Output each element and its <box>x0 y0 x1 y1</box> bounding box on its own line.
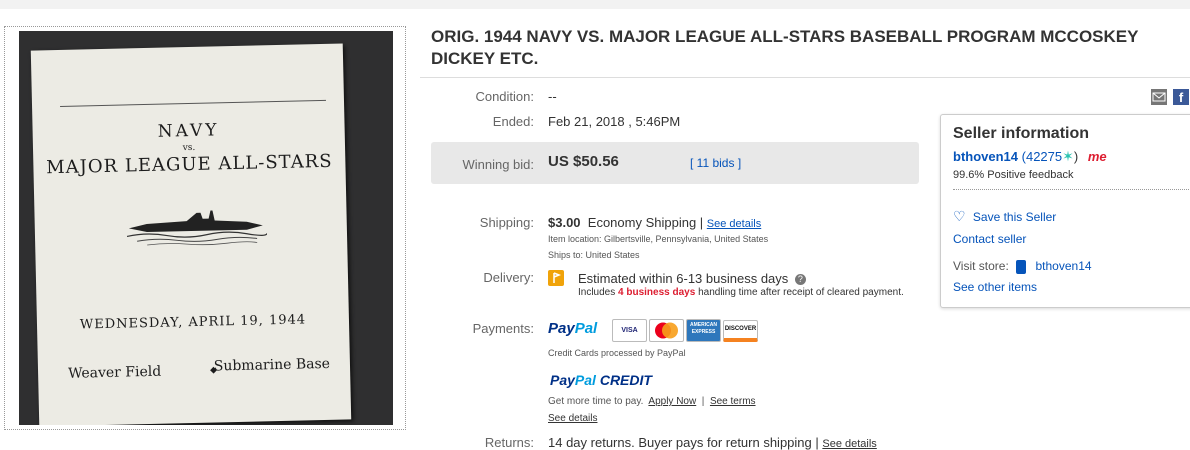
ended-value: Feb 21, 2018 , 5:46PM <box>548 114 681 129</box>
returns-label: Returns: <box>484 435 534 450</box>
seller-info-header: Seller information <box>953 125 1090 142</box>
visit-store-label: Visit store: <box>953 259 1009 273</box>
feedback-close: ) <box>1073 149 1079 164</box>
card-logos: VISA AMERICAN EXPRESSDISCOVER <box>612 319 760 342</box>
discover-logo: DISCOVER <box>723 319 758 342</box>
credit-see-details-link[interactable]: See details <box>548 413 597 424</box>
seller-divider <box>953 189 1190 190</box>
item-image-frame[interactable]: NAVY vs. MAJOR LEAGUE ALL-STARS WEDNESDA… <box>4 26 406 430</box>
visit-store-line: Visit store: bthoven14 <box>953 259 1092 274</box>
store-icon[interactable] <box>1016 259 1027 274</box>
save-seller-link[interactable]: ♡ Save this Seller <box>953 208 1056 225</box>
positive-feedback: 99.6% Positive feedback <box>953 169 1074 181</box>
submarine-illustration <box>126 210 268 246</box>
mastercard-logo <box>649 319 684 342</box>
heart-icon: ♡ <box>953 208 966 224</box>
apply-now-link[interactable]: Apply Now <box>648 396 696 407</box>
seller-name-link[interactable]: bthoven14 <box>953 149 1018 164</box>
program-weaver-field: Weaver Field <box>67 363 162 382</box>
bid-count-link[interactable]: [ 11 bids ] <box>690 156 741 170</box>
delivery-label: Delivery: <box>483 270 534 285</box>
returns-line: 14 day returns. Buyer pays for return sh… <box>548 435 877 450</box>
handling-note-post: handling time after receipt of cleared p… <box>695 287 904 298</box>
shipping-price: $3.00 <box>548 215 581 230</box>
shipping-see-details-link[interactable]: See details <box>707 218 761 230</box>
me-badge-icon[interactable]: me <box>1088 149 1107 164</box>
winning-bid-label: Winning bid: <box>462 157 534 172</box>
title-divider <box>420 77 1190 78</box>
delivery-estimate-line: Estimated within 6-13 business days ? <box>578 271 806 286</box>
credit-cards-note: Credit Cards processed by PayPal <box>548 348 686 358</box>
shipping-method: Economy Shipping | <box>587 215 704 230</box>
handling-note: Includes 4 business days handling time a… <box>578 287 908 299</box>
feedback-count[interactable]: (42275 <box>1022 149 1062 164</box>
program-submarine-base: Submarine Base <box>213 355 331 375</box>
winning-bid-price: US $50.56 <box>548 153 619 170</box>
contact-seller-link[interactable]: Contact seller <box>953 232 1026 246</box>
help-icon[interactable]: ? <box>794 274 806 286</box>
save-seller-text[interactable]: Save this Seller <box>973 210 1056 224</box>
condition-value: -- <box>548 89 557 104</box>
bid-count-text[interactable]: 11 bids <box>697 156 735 170</box>
program-top-rule <box>60 99 326 107</box>
visa-logo: VISA <box>612 319 647 342</box>
program-cover: NAVY vs. MAJOR LEAGUE ALL-STARS WEDNESDA… <box>30 43 352 425</box>
paypal-credit-logo: PayPal CREDIT <box>550 372 652 388</box>
handling-days: 4 business days <box>618 287 696 298</box>
seller-line: bthoven14 (42275✶) me <box>953 148 1107 165</box>
ships-to: Ships to: United States <box>548 250 640 260</box>
returns-see-details-link[interactable]: See details <box>822 438 876 450</box>
item-location: Item location: Gilbertsville, Pennsylvan… <box>548 234 769 244</box>
ended-label: Ended: <box>492 114 534 129</box>
listing-title: ORIG. 1944 NAVY VS. MAJOR LEAGUE ALL-STA… <box>431 27 1139 68</box>
facebook-icon[interactable]: f <box>1173 89 1189 105</box>
delivery-estimate: Estimated within 6-13 business days <box>578 271 789 286</box>
shipping-label: Shipping: <box>479 215 534 230</box>
payments-label: Payments: <box>472 321 534 336</box>
item-photo: NAVY vs. MAJOR LEAGUE ALL-STARS WEDNESDA… <box>19 31 393 425</box>
star-icon: ✶ <box>1062 148 1074 164</box>
top-strip <box>0 0 1190 9</box>
store-link[interactable]: bthoven14 <box>1036 259 1092 273</box>
credit-text: Get more time to pay. <box>548 396 644 407</box>
see-other-items-link[interactable]: See other items <box>953 280 1037 294</box>
amex-logo: AMERICAN EXPRESS <box>686 319 721 342</box>
paypal-logo: PayPal <box>548 320 598 337</box>
handling-note-pre: Includes <box>578 287 619 298</box>
mail-icon[interactable] <box>1151 89 1167 105</box>
seller-info-panel: Seller information bthoven14 (42275✶) me… <box>940 114 1190 308</box>
delivery-flag-icon <box>548 270 564 286</box>
condition-label: Condition: <box>475 89 534 104</box>
program-date: WEDNESDAY, APRIL 19, 1944 <box>79 312 307 333</box>
see-terms-link[interactable]: See terms <box>710 396 756 407</box>
returns-text: 14 day returns. Buyer pays for return sh… <box>548 435 819 450</box>
paypal-credit-line: Get more time to pay. Apply Now | See te… <box>548 396 756 407</box>
shipping-line: $3.00 Economy Shipping | See details <box>548 215 761 230</box>
